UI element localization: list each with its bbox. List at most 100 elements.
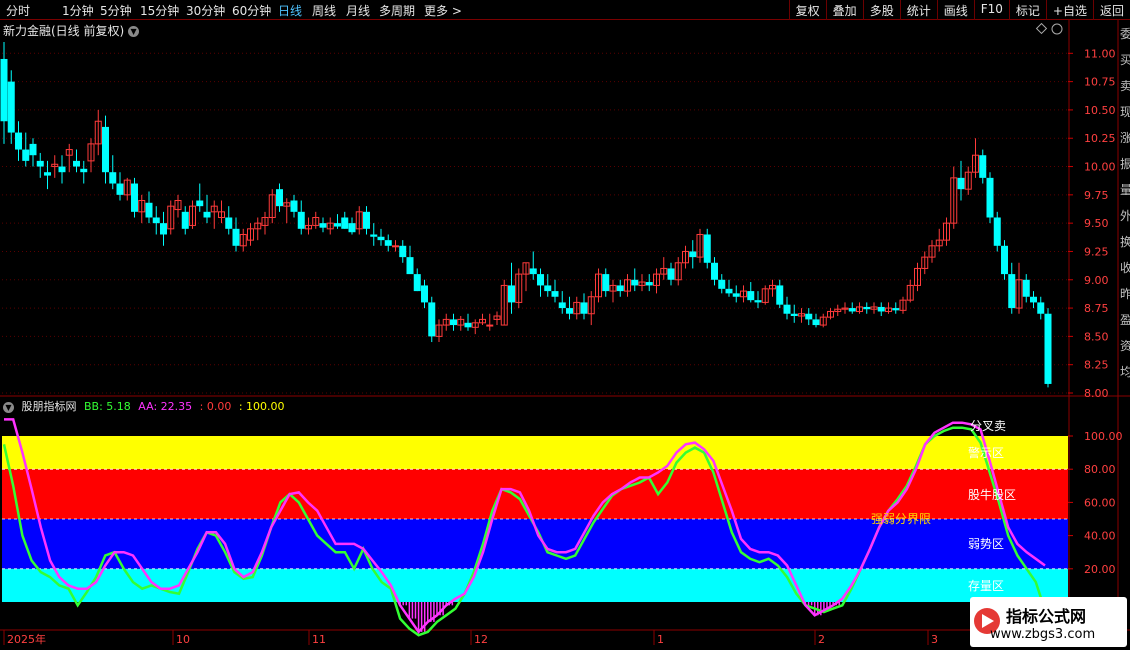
candle (290, 194, 298, 218)
candle (776, 279, 784, 309)
fuquan-button[interactable]: 复权 (788, 0, 826, 20)
watermark-title: 指标公式网 (1006, 607, 1087, 626)
candle-body (935, 239, 943, 247)
price-tick-label: 9.75 (1084, 189, 1109, 202)
period-tab-daily[interactable]: 日线 (278, 2, 302, 19)
period-tab-30min[interactable]: 30分钟 (186, 2, 225, 19)
candle (645, 274, 653, 292)
candle (239, 228, 247, 252)
candle-body (276, 189, 283, 207)
candle-body (544, 285, 552, 292)
candle-body (479, 318, 486, 324)
candle-body (522, 262, 530, 275)
period-tab-monthly[interactable]: 月线 (346, 2, 370, 19)
candle (7, 70, 15, 144)
stock-chart-canvas: 11.00 10.75 10.50 10.25 10.00 9.75 9.50 9.25 9.0… (0, 20, 1130, 646)
period-tab-15min[interactable]: 15分钟 (140, 2, 179, 19)
candle (123, 177, 131, 201)
candle (254, 217, 262, 241)
candle (863, 302, 871, 314)
candle-body (450, 319, 457, 326)
candle (703, 228, 711, 269)
period-tab-5min[interactable]: 5分钟 (100, 2, 132, 19)
candle (689, 240, 697, 269)
indicator-tick-label: 80.00 (1084, 463, 1116, 476)
candle-body (0, 58, 8, 122)
candle-body (160, 223, 167, 235)
period-tab-weekly[interactable]: 周线 (312, 2, 336, 19)
candle-body (616, 285, 624, 292)
candle (616, 279, 624, 297)
draw-line-button[interactable]: 画线 (936, 0, 974, 20)
candle (22, 132, 30, 167)
candle-body (899, 299, 907, 311)
candle (834, 304, 842, 317)
candle (522, 262, 530, 292)
candle-body (885, 307, 892, 312)
info-panel-char: 昨 (1120, 287, 1130, 301)
candle (754, 291, 762, 309)
candle (805, 308, 813, 326)
candle-body (7, 81, 15, 133)
candle (986, 172, 994, 224)
candle (537, 268, 544, 297)
indicator-value-4: : 100.00 (238, 400, 285, 413)
candle-body (950, 177, 958, 224)
candle (203, 194, 211, 224)
candle-body (790, 313, 798, 317)
candle (877, 302, 885, 317)
candle-body (210, 205, 218, 213)
candle-body (413, 274, 421, 292)
chevron-down-icon[interactable]: ▼ (128, 26, 140, 37)
price-tick-label: 8.25 (1084, 359, 1109, 372)
indicator-chevron-down-icon[interactable]: ▼ (3, 401, 14, 413)
info-panel-char: 现 (1120, 105, 1130, 119)
price-tick-label: 10.00 (1084, 161, 1116, 174)
candle-body (645, 282, 653, 286)
candle-body (667, 268, 675, 280)
info-panel-char: 买 (1120, 53, 1130, 67)
candle (276, 183, 283, 212)
indicator-tick-label: 100.00 (1084, 430, 1123, 443)
mark-button[interactable]: 标记 (1008, 0, 1046, 20)
period-tab-more[interactable]: 更多 > (424, 2, 462, 19)
candle-body (254, 222, 262, 230)
candle-body (515, 273, 523, 303)
candle-body (225, 217, 233, 229)
period-tab-1min[interactable]: 1分钟 (62, 2, 94, 19)
f10-button[interactable]: F10 (973, 0, 1009, 20)
candle-body (696, 233, 704, 258)
add-watchlist-button[interactable]: +自选 (1045, 0, 1093, 20)
period-tab-60min[interactable]: 60分钟 (232, 2, 271, 19)
overlay-button[interactable]: 叠加 (825, 0, 863, 20)
multi-stock-button[interactable]: 多股 (862, 0, 900, 20)
candle (950, 166, 958, 229)
candle-body (1001, 245, 1008, 275)
date-label: 1 (657, 633, 664, 646)
info-panel-char: 均 (1120, 365, 1130, 379)
candle-body (94, 120, 102, 145)
info-panel-char: 盈 (1120, 313, 1130, 327)
candle-body (421, 285, 428, 303)
info-panel-char: 振 (1120, 157, 1130, 171)
candle-body (326, 222, 334, 230)
statistics-button[interactable]: 统计 (899, 0, 937, 20)
candle-body (29, 143, 37, 156)
candle-body (892, 308, 900, 311)
candle (957, 160, 965, 201)
candle-body (725, 288, 733, 294)
indicator-tick-label: 60.00 (1084, 496, 1116, 509)
candle (1037, 296, 1045, 320)
candle-body (964, 171, 972, 190)
indicator-header: ▼ 股朋指标网 BB: 5.18 AA: 22.35 : 0.00 : 100.… (3, 398, 289, 414)
period-tab-multi[interactable]: 多周期 (379, 2, 415, 19)
price-tick-label: 9.00 (1084, 274, 1109, 287)
period-tab-fenshi[interactable]: 分时 (6, 2, 30, 19)
candle-body (609, 284, 617, 292)
candle (696, 228, 704, 263)
candle-body (218, 211, 225, 218)
candle (964, 166, 972, 195)
back-button[interactable]: 返回 (1092, 0, 1130, 20)
candle-body (529, 268, 537, 275)
candle-body (689, 251, 697, 258)
